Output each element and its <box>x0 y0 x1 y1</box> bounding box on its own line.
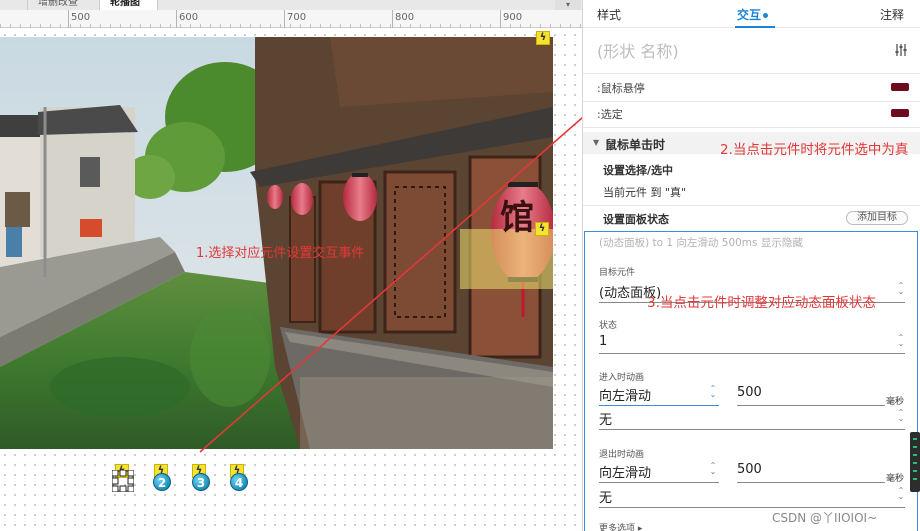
ruler-label: 800 <box>395 12 415 23</box>
enter-duration-input[interactable]: 500 <box>737 385 762 400</box>
settings-sliders-icon[interactable] <box>894 43 908 57</box>
annotation-step-2: 2.当点击元件时将元件选中为真 <box>720 142 909 158</box>
dropdown-arrows-icon[interactable]: ⌃ ⌄ <box>897 409 905 424</box>
field-underline <box>599 507 905 508</box>
dropdown-arrows-icon[interactable]: ⌃ ⌄ <box>897 487 905 502</box>
document-tabbar: 增删改查 轮播图 <box>0 0 582 10</box>
shape-name-input[interactable]: (形状 名称) <box>597 38 679 62</box>
inspector-panel: 样式 交互 注释 (形状 名称) :鼠标悬停 :选定 ▼ 鼠标单击时 设置选择/… <box>582 0 920 531</box>
dropdown-arrows-icon[interactable]: ⌃ ⌄ <box>897 334 905 349</box>
on-click-title: 鼠标单击时 <box>605 138 666 152</box>
scrollbar-grip <box>913 462 917 464</box>
dropdown-arrows-icon[interactable]: ⌃ ⌄ <box>709 462 717 477</box>
action-summary: (动态面板) to 1 向左滑动 500ms 显示隐藏 <box>599 237 803 249</box>
hover-color-swatch[interactable] <box>891 83 909 91</box>
unit-label: 毫秒 <box>886 397 905 407</box>
bullet-2[interactable]: 2 <box>153 473 171 491</box>
csdn-watermark: CSDN @丫IIOIOI~ <box>772 511 878 525</box>
interaction-bolt-icon[interactable]: ϟ <box>536 31 550 45</box>
exit-anim-select[interactable]: 向左滑动 <box>599 462 651 481</box>
ruler-minor-ticks <box>0 24 582 28</box>
exit-easing-select[interactable]: 无 <box>599 487 612 506</box>
scrollbar-grip <box>913 454 917 456</box>
scrollbar-grip <box>913 478 917 480</box>
field-underline <box>737 482 885 483</box>
panel-scrollbar[interactable] <box>910 432 920 492</box>
bullet-3[interactable]: 3 <box>192 473 210 491</box>
action-set-selected-desc[interactable]: 当前元件 到 "真" <box>603 184 686 200</box>
selected-color-swatch[interactable] <box>891 109 909 117</box>
dropdown-arrows-icon[interactable]: ⌃ ⌄ <box>709 385 717 400</box>
field-underline <box>599 482 719 483</box>
hover-style-row[interactable]: :鼠标悬停 <box>583 80 920 100</box>
tabbar-overflow-icon[interactable]: ▾ <box>555 0 581 10</box>
selected-style-row[interactable]: :选定 <box>583 106 920 126</box>
field-underline <box>737 405 885 406</box>
divider <box>583 101 920 102</box>
ruler-label: 600 <box>179 12 199 23</box>
bullet-4[interactable]: 4 <box>230 473 248 491</box>
scrollbar-grip <box>913 470 917 472</box>
ruler-tick <box>68 10 69 28</box>
inspector-tabs: 样式 交互 注释 <box>583 0 920 28</box>
panel-state-editor: (动态面板) to 1 向左滑动 500ms 显示隐藏 目标元件 (动态面板) … <box>584 231 918 531</box>
scrollbar-grip <box>913 446 917 448</box>
ruler-label: 900 <box>503 12 523 23</box>
lantern-sign-text: 馆 <box>500 198 534 238</box>
annotation-step-1: 1.选择对应元件设置交互事件 <box>196 246 365 261</box>
divider <box>583 73 920 74</box>
tab-interaction-label: 交互 <box>737 8 762 22</box>
divider <box>583 127 920 128</box>
tab-interaction[interactable]: 交互 <box>737 6 769 23</box>
field-underline <box>599 429 905 430</box>
ruler-tick <box>500 10 501 28</box>
tab-crud[interactable]: 增删改查 <box>28 0 100 10</box>
tab-carousel[interactable]: 轮播图 <box>100 0 158 10</box>
design-canvas[interactable]: 增删改查 轮播图 ▾ 500 600 700 800 900 馆 ϟ ϟ ϟ ϟ… <box>0 0 582 531</box>
state-select[interactable]: 1 <box>599 334 607 349</box>
hover-label: :鼠标悬停 <box>597 82 645 95</box>
app-root: 增删改查 轮播图 ▾ 500 600 700 800 900 馆 ϟ ϟ ϟ ϟ… <box>0 0 920 531</box>
active-dot-icon <box>763 13 769 18</box>
selected-label: :选定 <box>597 108 623 121</box>
ruler-tick <box>176 10 177 28</box>
horizontal-ruler: 500 600 700 800 900 <box>0 10 582 28</box>
divider <box>583 205 920 206</box>
ruler-label: 700 <box>287 12 307 23</box>
exit-duration-input[interactable]: 500 <box>737 462 762 477</box>
scrollbar-grip <box>913 438 917 440</box>
add-target-button[interactable]: 添加目标 <box>846 211 908 225</box>
enter-anim-label: 进入时动画 <box>599 373 645 383</box>
enter-anim-select[interactable]: 向左滑动 <box>599 385 651 404</box>
state-label: 状态 <box>599 321 618 331</box>
exit-anim-label: 退出时动画 <box>599 450 645 460</box>
tab-style[interactable]: 样式 <box>597 6 621 23</box>
more-options-link[interactable]: 更多选项 ▸ <box>599 521 642 531</box>
unit-label: 毫秒 <box>886 474 905 484</box>
tab-notes[interactable]: 注释 <box>880 6 904 23</box>
annotation-step-3: 3.当点击元件时调整对应动态面板状态 <box>647 295 876 311</box>
target-label: 目标元件 <box>599 268 636 278</box>
ruler-tick <box>284 10 285 28</box>
collapse-triangle-icon[interactable]: ▼ <box>593 138 599 147</box>
interaction-bolt-icon[interactable]: ϟ <box>535 222 549 236</box>
active-tab-underline <box>735 26 775 28</box>
enter-easing-select[interactable]: 无 <box>599 409 612 428</box>
field-underline <box>599 353 905 354</box>
action-set-panel-state-title[interactable]: 设置面板状态 <box>603 211 669 227</box>
action-set-selected-title[interactable]: 设置选择/选中 <box>603 162 673 178</box>
ruler-label: 500 <box>71 12 91 23</box>
tab-first[interactable] <box>0 0 28 10</box>
ruler-tick <box>392 10 393 28</box>
field-underline-active <box>599 405 719 406</box>
